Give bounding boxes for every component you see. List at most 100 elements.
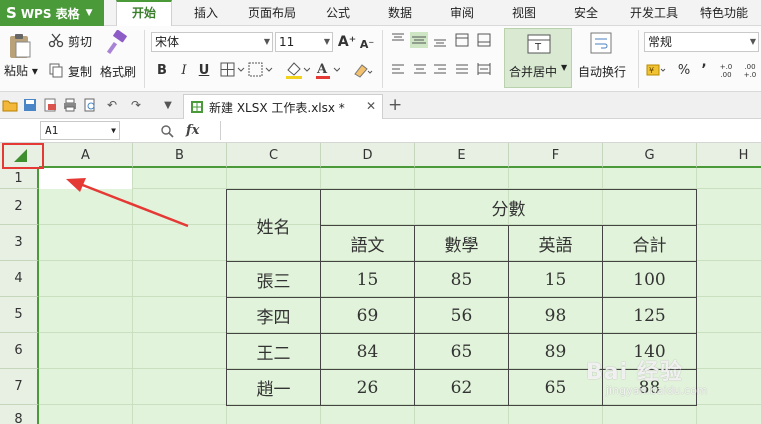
app-name: WPS 表格: [20, 6, 80, 21]
row-header-3[interactable]: 3: [0, 225, 39, 261]
row-header-8[interactable]: 8: [0, 405, 39, 424]
cell-score[interactable]: 85: [415, 262, 508, 297]
cell-score[interactable]: 84: [321, 334, 414, 369]
zoom-icon[interactable]: [160, 124, 174, 138]
copy-icon: [48, 62, 64, 78]
formula-tools: fx: [150, 121, 220, 140]
row-header-1[interactable]: 1: [0, 168, 39, 189]
svg-text:¥: ¥: [649, 66, 654, 75]
merge-center-button[interactable]: T 合并居中 ▼: [504, 28, 572, 88]
cell-score-header[interactable]: 分數: [321, 190, 696, 225]
ribbon-separator: [638, 30, 639, 88]
cell-name-header[interactable]: 姓名: [227, 190, 320, 261]
cell-style-icon[interactable]: [248, 62, 274, 78]
underline-button[interactable]: U: [196, 60, 212, 80]
cell-total-header[interactable]: 合計: [603, 226, 696, 261]
open-folder-icon[interactable]: [2, 97, 18, 113]
copy-button[interactable]: 复制: [68, 63, 92, 80]
tab-data[interactable]: 数据: [380, 0, 420, 26]
row-header-5[interactable]: 5: [0, 297, 39, 333]
col-header-a[interactable]: A: [39, 143, 133, 168]
export-pdf-icon[interactable]: [42, 97, 58, 113]
redo-icon[interactable]: ↷: [128, 97, 144, 113]
number-format-select[interactable]: 常规 ▼: [644, 32, 759, 52]
cell-score[interactable]: 26: [321, 370, 414, 405]
app-menu-button[interactable]: S WPS 表格 ▼: [0, 0, 104, 26]
cell-score[interactable]: 62: [415, 370, 508, 405]
col-header-b[interactable]: B: [133, 143, 227, 168]
row-header-6[interactable]: 6: [0, 333, 39, 369]
font-shrink-icon[interactable]: A⁻: [358, 34, 376, 54]
undo-icon[interactable]: ↶: [104, 97, 120, 113]
row-header-7[interactable]: 7: [0, 369, 39, 405]
currency-icon[interactable]: ¥: [646, 62, 668, 78]
cell-subject-header[interactable]: 英語: [509, 226, 602, 261]
merge-cells-icon: T: [527, 34, 551, 54]
increase-decimal-button[interactable]: +.0 .00: [716, 60, 736, 82]
tab-home[interactable]: 开始: [116, 0, 172, 26]
cell-subject-header[interactable]: 數學: [415, 226, 508, 261]
cell-score[interactable]: 56: [415, 298, 508, 333]
cell-total[interactable]: 100: [603, 262, 696, 297]
fill-color-icon[interactable]: [284, 60, 311, 80]
col-header-h[interactable]: H: [697, 143, 761, 168]
print-icon[interactable]: [62, 97, 78, 113]
col-header-c[interactable]: C: [227, 143, 321, 168]
format-painter-button[interactable]: 格式刷: [100, 63, 136, 80]
comma-button[interactable]: ’: [698, 60, 710, 80]
formula-input[interactable]: [220, 121, 761, 140]
tab-insert[interactable]: 插入: [184, 0, 228, 26]
borders-icon[interactable]: [220, 62, 246, 78]
paste-icon[interactable]: [6, 32, 34, 60]
col-header-g[interactable]: G: [603, 143, 697, 168]
font-color-icon[interactable]: A: [314, 60, 341, 80]
tab-view[interactable]: 视图: [504, 0, 544, 26]
cut-button[interactable]: 剪切: [68, 33, 92, 50]
cell-subject-header[interactable]: 語文: [321, 226, 414, 261]
cell-student-name[interactable]: 王二: [227, 334, 320, 369]
customize-toolbar-icon[interactable]: ▼: [160, 97, 176, 113]
chevron-down-icon: ▼: [749, 37, 756, 46]
bold-button[interactable]: B: [154, 60, 170, 80]
tab-page-layout[interactable]: 页面布局: [240, 0, 304, 26]
vertical-align-group: [390, 32, 500, 48]
save-icon[interactable]: [22, 97, 38, 113]
col-header-d[interactable]: D: [321, 143, 415, 168]
cell-total[interactable]: 125: [603, 298, 696, 333]
percent-button[interactable]: %: [676, 60, 692, 80]
wrap-text-button[interactable]: 自动换行: [578, 63, 626, 80]
row-header-4[interactable]: 4: [0, 261, 39, 297]
cell-score[interactable]: 69: [321, 298, 414, 333]
row-header-2[interactable]: 2: [0, 189, 39, 225]
new-tab-plus-icon[interactable]: +: [388, 95, 402, 115]
decrease-decimal-button[interactable]: .00 +.0: [740, 60, 760, 82]
cell-student-name[interactable]: 趙一: [227, 370, 320, 405]
print-preview-icon[interactable]: [82, 97, 98, 113]
document-tab-title: 新建 XLSX 工作表.xlsx *: [209, 100, 345, 115]
cell-student-name[interactable]: 張三: [227, 262, 320, 297]
col-header-f[interactable]: F: [509, 143, 603, 168]
tab-formulas[interactable]: 公式: [318, 0, 358, 26]
tab-features[interactable]: 特色功能: [692, 0, 756, 26]
name-box[interactable]: A1 ▼: [40, 121, 120, 140]
italic-button[interactable]: I: [176, 60, 192, 80]
cell-score[interactable]: 98: [509, 298, 602, 333]
clear-format-icon[interactable]: [352, 62, 374, 78]
font-grow-icon[interactable]: A⁺: [338, 32, 356, 52]
insert-function-icon[interactable]: fx: [186, 123, 199, 138]
cell-score[interactable]: 65: [415, 334, 508, 369]
col-header-e[interactable]: E: [415, 143, 509, 168]
tab-developer[interactable]: 开发工具: [622, 0, 686, 26]
document-tab[interactable]: 新建 XLSX 工作表.xlsx * ✕: [183, 94, 383, 119]
font-name-select[interactable]: 宋体 ▼: [151, 32, 273, 52]
paste-button[interactable]: 粘贴 ▾: [4, 62, 38, 79]
close-icon[interactable]: ✕: [366, 99, 376, 113]
cell-score[interactable]: 15: [509, 262, 602, 297]
font-size-select[interactable]: 11 ▼: [275, 32, 333, 52]
cell-score[interactable]: 15: [321, 262, 414, 297]
tab-security[interactable]: 安全: [566, 0, 606, 26]
cell-student-name[interactable]: 李四: [227, 298, 320, 333]
tab-review[interactable]: 审阅: [442, 0, 482, 26]
chevron-down-icon: ▼: [323, 37, 330, 46]
cell-a1[interactable]: [39, 168, 132, 189]
